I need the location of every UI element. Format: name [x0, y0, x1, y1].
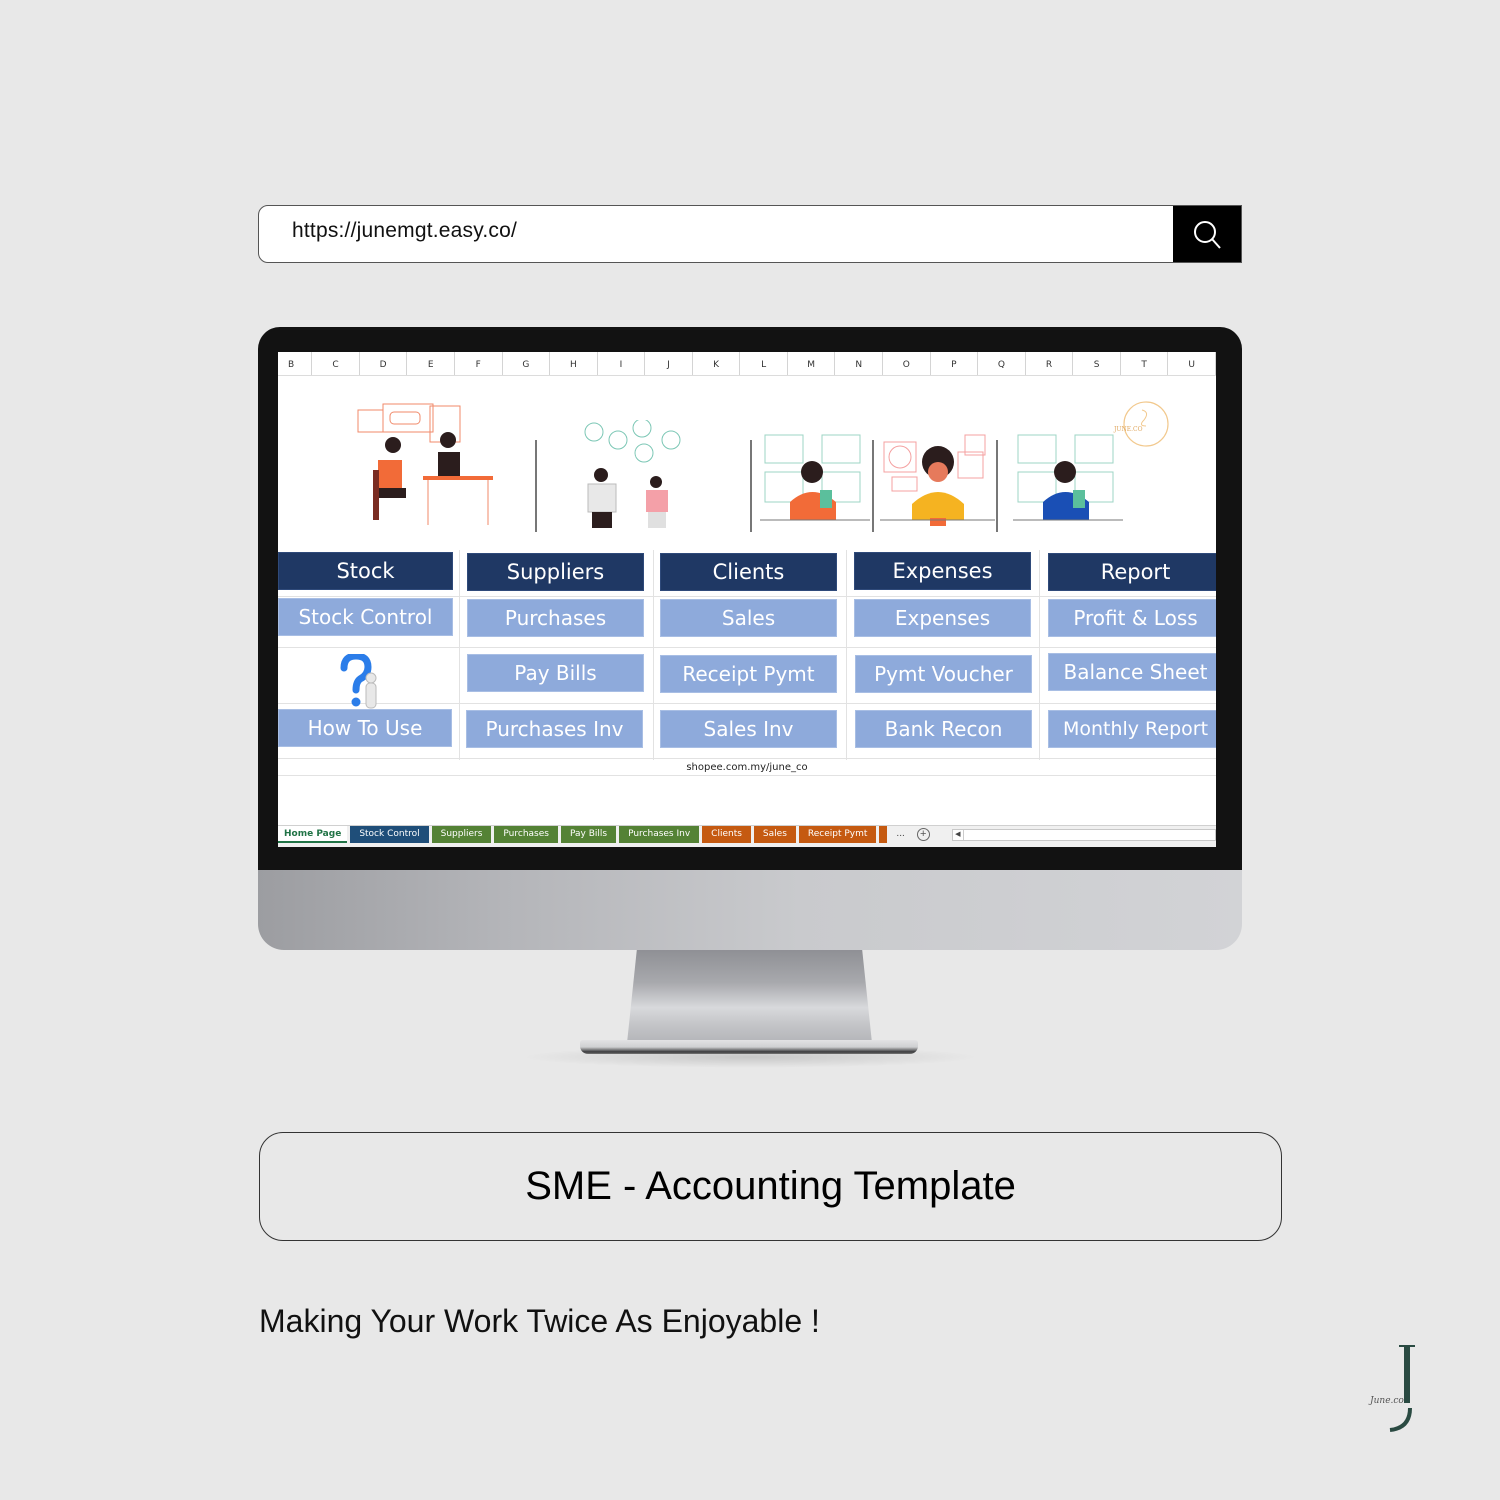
suppliers-header-button[interactable]: Suppliers: [467, 553, 644, 591]
grid-line: [846, 550, 847, 760]
column-header-f[interactable]: F: [455, 352, 503, 375]
column-header-o[interactable]: O: [883, 352, 931, 375]
illustration-divider: [750, 440, 752, 532]
woman-counting-cash-orange-illustration: [760, 434, 870, 521]
column-header-m[interactable]: M: [788, 352, 836, 375]
woman-writing-accounts-illustration: [880, 434, 995, 526]
shop-link[interactable]: shopee.com.my/june_co: [278, 758, 1216, 776]
svg-text:June.co: June.co: [1368, 1396, 1404, 1406]
search-button[interactable]: [1173, 206, 1241, 262]
sales-inv-button[interactable]: Sales Inv: [660, 710, 837, 748]
sheet-tab-home-page[interactable]: Home Page: [278, 826, 348, 843]
loan-meeting-illustration: [357, 403, 493, 525]
column-header-e[interactable]: E: [407, 352, 455, 375]
expenses-button[interactable]: Expenses: [854, 599, 1031, 637]
grid-line: [278, 647, 1216, 648]
illustration-divider: [872, 440, 874, 532]
monitor-stand-base: [580, 1040, 918, 1054]
grid-line: [1039, 550, 1040, 760]
page-title: SME - Accounting Template: [525, 1164, 1016, 1208]
search-icon: [1194, 221, 1221, 249]
column-header-r[interactable]: R: [1026, 352, 1074, 375]
svg-text:JUNE.CO: JUNE.CO: [1113, 426, 1143, 433]
illustration-divider: [535, 440, 537, 532]
stock-control-button[interactable]: Stock Control: [278, 598, 453, 636]
more-tabs-button[interactable]: ...: [890, 826, 910, 842]
illustration-row: JUNE.CO: [278, 382, 1216, 552]
report-header-button[interactable]: Report: [1048, 553, 1216, 591]
sheet-tab-partial[interactable]: [879, 826, 888, 843]
column-header-h[interactable]: H: [550, 352, 598, 375]
question-mark-icon: [340, 654, 377, 709]
column-header-g[interactable]: G: [503, 352, 551, 375]
monitor-chin: [258, 870, 1242, 950]
sheet-tab-pay-bills[interactable]: Pay Bills: [560, 826, 617, 843]
sheet-tab-sales[interactable]: Sales: [753, 826, 796, 843]
title-card: SME - Accounting Template: [259, 1132, 1282, 1241]
sheet-tab-bar: Home Page Stock Control Suppliers Purchases…: [278, 825, 1216, 847]
column-header-c[interactable]: C: [312, 352, 360, 375]
balance-sheet-button[interactable]: Balance Sheet: [1048, 653, 1216, 691]
purchases-button[interactable]: Purchases: [467, 599, 644, 637]
brand-logo: June.co: [1368, 1345, 1415, 1432]
sheet-tab-stock-control[interactable]: Stock Control: [350, 826, 429, 843]
pymt-voucher-button[interactable]: Pymt Voucher: [855, 655, 1032, 693]
monthly-report-button[interactable]: Monthly Report: [1048, 710, 1216, 748]
grid-line: [459, 550, 460, 760]
navigation-grid: Stock Stock Control How To Use Suppliers…: [278, 550, 1216, 760]
purchases-inv-button[interactable]: Purchases Inv: [466, 710, 643, 748]
column-header-i[interactable]: I: [598, 352, 646, 375]
pay-bills-button[interactable]: Pay Bills: [467, 654, 644, 692]
receipt-pymt-button[interactable]: Receipt Pymt: [660, 655, 837, 693]
add-sheet-icon[interactable]: +: [916, 828, 930, 841]
column-header-j[interactable]: J: [645, 352, 693, 375]
column-header-n[interactable]: N: [835, 352, 884, 375]
url-text[interactable]: https://junemgt.easy.co/: [292, 219, 517, 243]
sheet-tab-suppliers[interactable]: Suppliers: [431, 826, 492, 843]
column-header-b[interactable]: B: [278, 352, 313, 375]
profit-loss-button[interactable]: Profit & Loss: [1048, 599, 1216, 637]
sheet-tab-purchases[interactable]: Purchases: [494, 826, 558, 843]
scroll-left-icon[interactable]: ◀: [953, 830, 964, 840]
stock-header-button[interactable]: Stock: [278, 552, 453, 590]
grid-line: [278, 596, 1216, 597]
column-header-p[interactable]: P: [931, 352, 979, 375]
team-discussion-illustration: [584, 420, 681, 528]
column-header-u[interactable]: U: [1168, 352, 1216, 375]
illustration-divider: [996, 440, 998, 532]
column-header-l[interactable]: L: [740, 352, 788, 375]
url-bar[interactable]: https://junemgt.easy.co/: [258, 205, 1242, 263]
spreadsheet-screen: BCDEFGHIJKLMNOPQRSTU JUNE.CO Stock Stock…: [278, 352, 1216, 847]
tagline: Making Your Work Twice As Enjoyable !: [259, 1303, 820, 1339]
monitor-stand-neck: [627, 950, 872, 1043]
sheet-tab-receipt-pymt[interactable]: Receipt Pymt: [798, 826, 877, 843]
column-header-row: BCDEFGHIJKLMNOPQRSTU: [278, 352, 1216, 376]
sheet-tab-clients[interactable]: Clients: [702, 826, 751, 843]
bank-recon-button[interactable]: Bank Recon: [855, 710, 1032, 748]
how-to-use-button[interactable]: How To Use: [278, 709, 452, 747]
sales-button[interactable]: Sales: [660, 599, 837, 637]
june-co-logo: JUNE.CO: [1113, 401, 1169, 447]
column-header-t[interactable]: T: [1121, 352, 1169, 375]
column-header-s[interactable]: S: [1073, 352, 1121, 375]
sheet-tab-purchases-inv[interactable]: Purchases Inv: [619, 826, 700, 843]
expenses-header-button[interactable]: Expenses: [854, 552, 1031, 590]
grid-line: [278, 703, 1216, 704]
grid-line: [653, 550, 654, 760]
column-header-q[interactable]: Q: [978, 352, 1026, 375]
column-header-k[interactable]: K: [693, 352, 741, 375]
horizontal-scrollbar[interactable]: ◀: [951, 829, 1216, 841]
clients-header-button[interactable]: Clients: [660, 553, 837, 591]
column-header-d[interactable]: D: [360, 352, 408, 375]
